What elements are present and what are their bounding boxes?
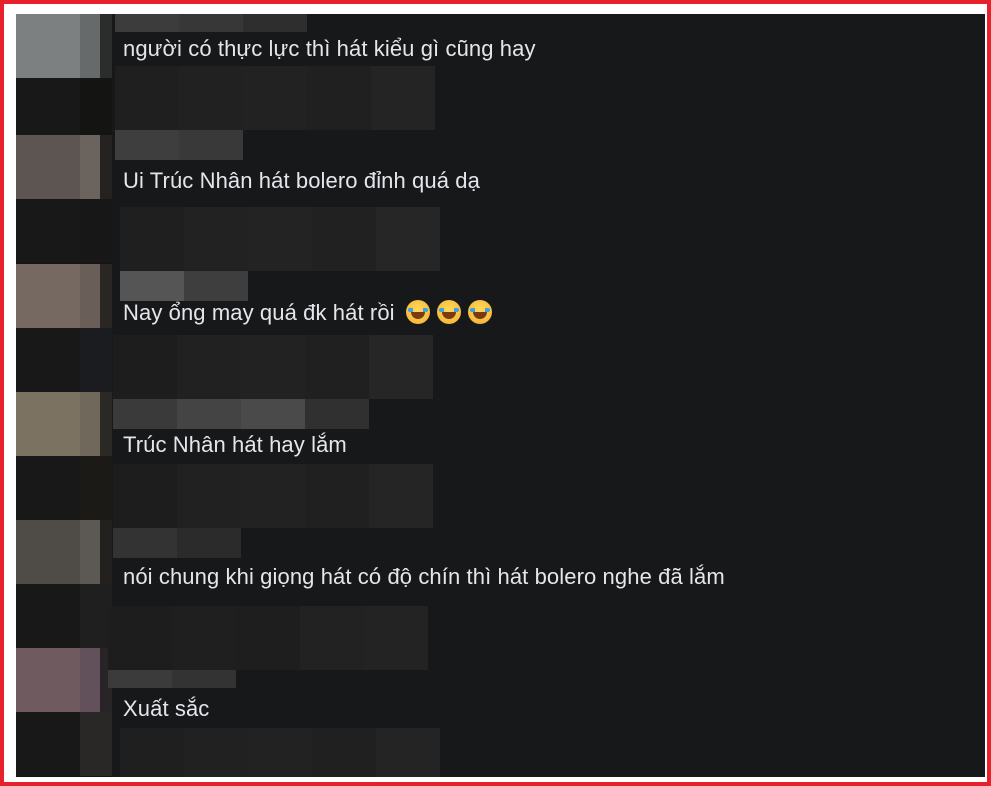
comment-text-body: Nay ổng may quá đk hát rồi [123,300,395,325]
avatar-gap [16,456,112,520]
avatar[interactable] [16,264,112,328]
laughing-tears-icon [405,300,430,324]
avatar[interactable] [16,648,112,712]
commenter-name-blurred[interactable] [113,399,369,429]
red-frame: người có thực lực thì hát kiểu gì cũng h… [0,0,991,786]
commenter-name-blurred[interactable] [115,14,307,32]
comment-actions-blurred[interactable] [120,207,440,271]
avatar-gap [16,199,112,263]
comment-text: Xuất sắc [123,696,210,721]
avatar-gap [16,78,112,142]
laughing-tears-icon [436,300,461,324]
comment-thread: người có thực lực thì hát kiểu gì cũng h… [16,14,985,777]
commenter-name-blurred[interactable] [108,670,236,688]
avatar[interactable] [16,135,112,199]
avatar-gap [16,584,112,648]
comment-actions-blurred[interactable] [108,606,428,670]
comment-text: Ui Trúc Nhân hát bolero đỉnh quá dạ [123,168,480,193]
avatar[interactable] [16,392,112,456]
comment-actions-blurred[interactable] [120,728,440,777]
avatar-column [16,14,112,777]
avatar[interactable] [16,14,112,78]
comment-actions-blurred[interactable] [113,335,433,399]
commenter-name-blurred[interactable] [115,130,243,160]
comment-text: Nay ổng may quá đk hát rồi [123,299,492,327]
comment-text: người có thực lực thì hát kiểu gì cũng h… [123,36,536,61]
comment-text: nói chung khi giọng hát có độ chín thì h… [123,564,725,589]
avatar-gap [16,328,112,392]
avatar[interactable] [16,520,112,584]
laughing-tears-icon [467,300,492,324]
comment-actions-blurred[interactable] [113,464,433,528]
emoji-group [399,299,492,327]
comment-text: Trúc Nhân hát hay lắm [123,432,347,457]
comment-actions-blurred[interactable] [115,66,435,130]
avatar-gap [16,712,112,776]
commenter-name-blurred[interactable] [120,271,248,301]
commenter-name-blurred[interactable] [113,528,241,558]
